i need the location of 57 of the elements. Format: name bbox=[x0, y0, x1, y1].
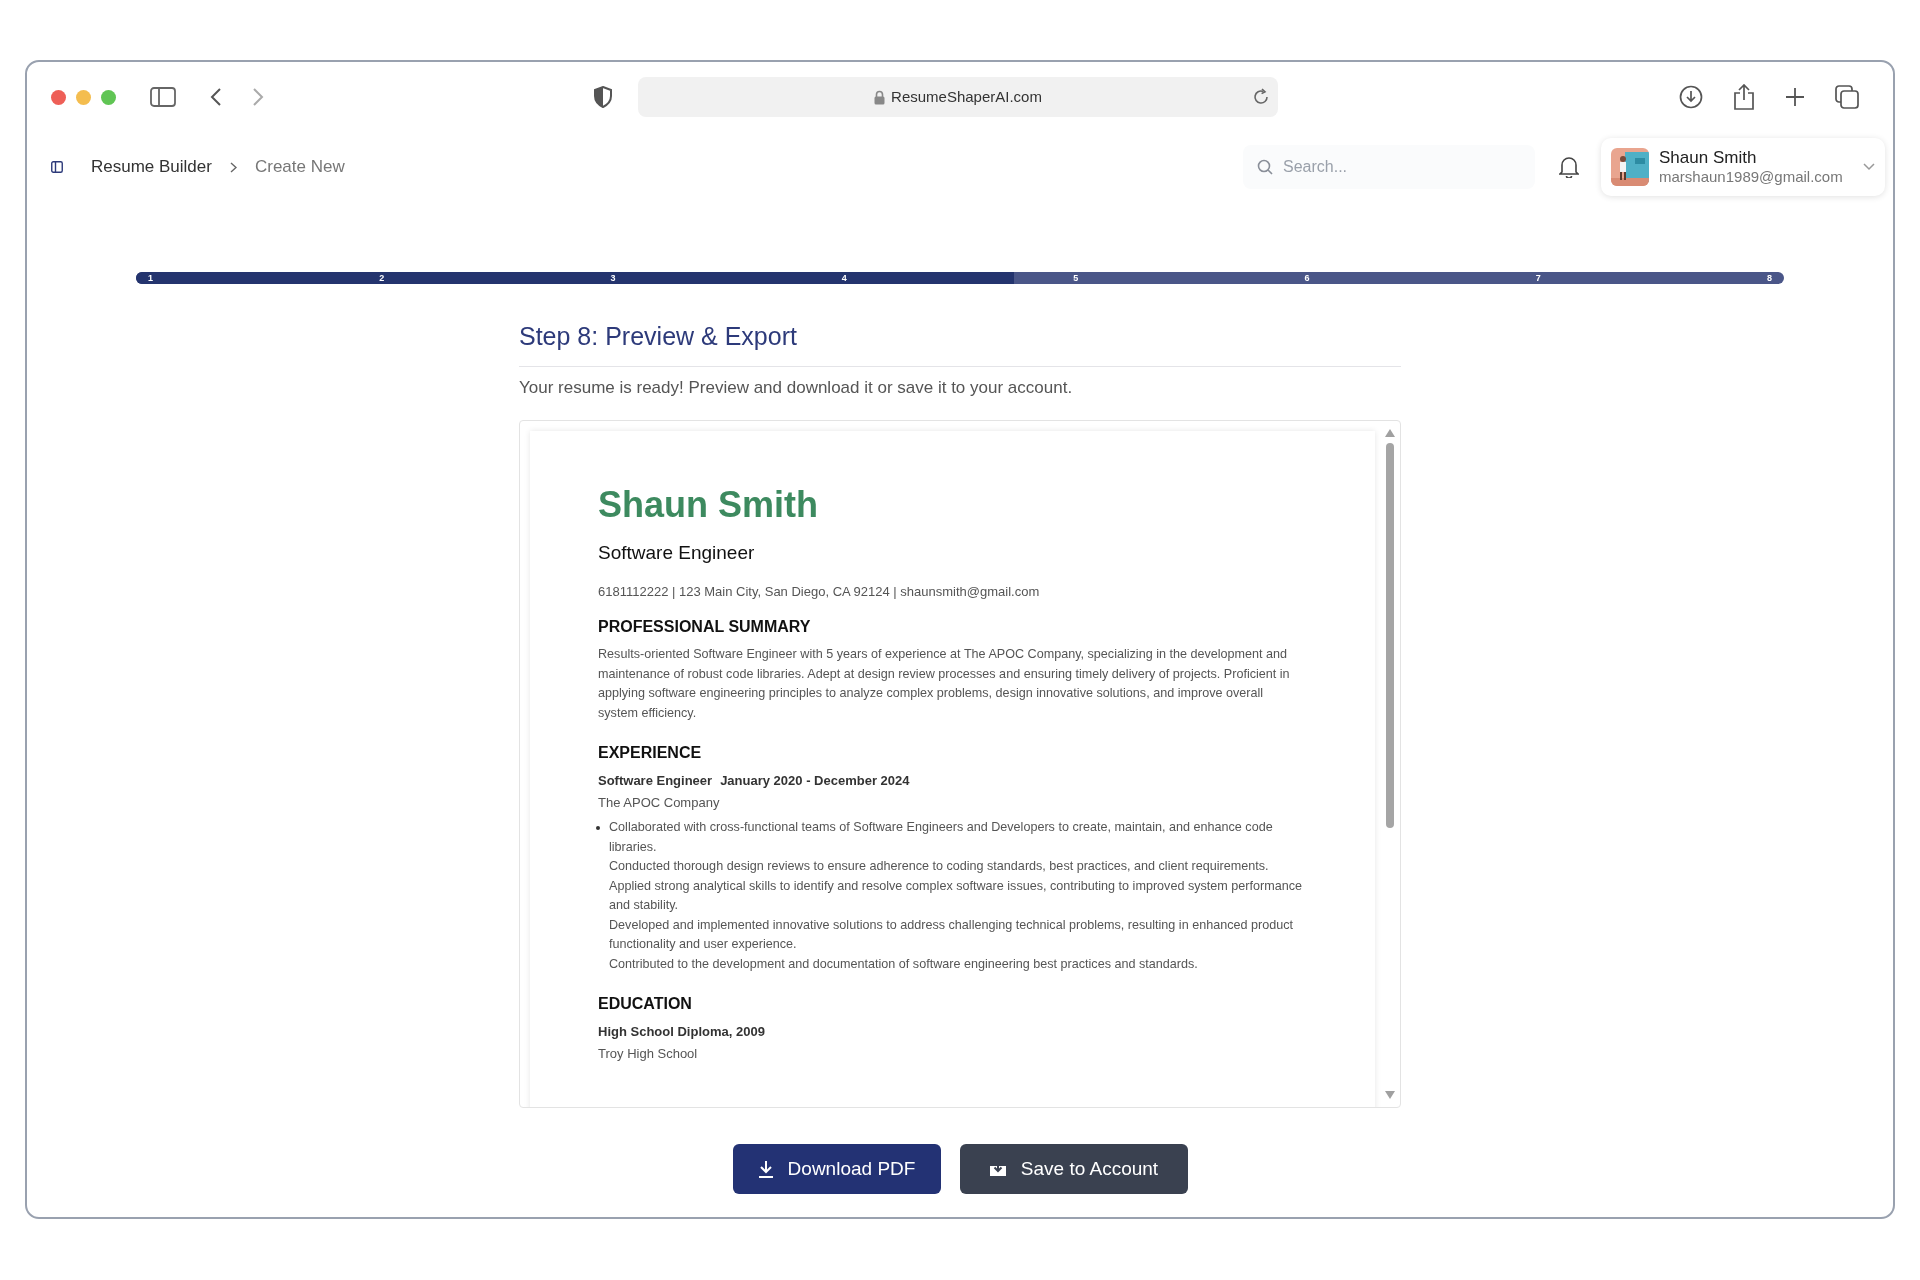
company-name: The APOC Company bbox=[598, 793, 721, 812]
chevron-down-icon bbox=[1863, 163, 1875, 171]
shield-icon[interactable] bbox=[594, 86, 612, 108]
school-name: Troy High School bbox=[598, 1044, 699, 1063]
resume-name: Shaun Smith bbox=[598, 487, 819, 523]
address-bar[interactable]: ResumeShaperAI.com bbox=[638, 77, 1278, 117]
step-description: Your resume is ready! Preview and download it or save it to your account. bbox=[519, 376, 1074, 399]
close-icon[interactable] bbox=[51, 89, 66, 105]
download-icon bbox=[757, 1160, 774, 1178]
sidebar-icon[interactable] bbox=[150, 87, 176, 107]
step-title: Step 8: Preview & Export bbox=[519, 321, 798, 352]
step-number: 2 bbox=[379, 273, 385, 283]
experience-item: Developed and implemented innovative solutions to address challenging technical problems, resulting in enhanced product functionality and user experience. bbox=[609, 916, 1294, 953]
summary-text: Results-oriented Software Engineer with 5 years of experience at The APOC Company, specializing in the development and maintenance of robust code libraries. Adept at design review processes and ensuring timely delivery of projects. Proficient in applying software engineering principles to analyze complex problems, design innovative solutions, and improve overall system efficiency. bbox=[598, 646, 1291, 722]
step-number: 8 bbox=[1766, 273, 1772, 283]
sidebar-toggle-icon[interactable] bbox=[51, 161, 63, 173]
job-title: Software Engineer bbox=[598, 772, 713, 790]
download-button[interactable]: Download PDF bbox=[732, 1144, 941, 1194]
step-number: 1 bbox=[148, 273, 153, 283]
section-heading: EXPERIENCE bbox=[598, 743, 703, 763]
section-heading: PROFESSIONAL SUMMARY bbox=[598, 617, 812, 637]
breadcrumb-link[interactable]: Create New bbox=[254, 154, 345, 180]
experience-item: Conducted thorough design reviews to ensure adherence to coding standards, best practices, and client requirements. bbox=[609, 858, 1270, 875]
tabs-icon[interactable] bbox=[1835, 85, 1859, 109]
share-icon[interactable] bbox=[1733, 84, 1755, 110]
user-menu[interactable]: Shaun Smith marshaun1989@gmail.com bbox=[1601, 138, 1885, 196]
save-button[interactable]: Save to Account bbox=[959, 1144, 1188, 1194]
degree: High School Diploma, 2009 bbox=[598, 1023, 766, 1041]
address-text: ResumeShaperAI.com bbox=[891, 86, 1042, 107]
experience-item: Collaborated with cross-functional teams of Software Engineers and Developers to create, maintain, and enhance code libraries. bbox=[609, 819, 1274, 856]
step-number: 5 bbox=[1073, 273, 1079, 283]
job-dates: January 2020 - December 2024 bbox=[720, 772, 910, 790]
back-icon[interactable] bbox=[210, 87, 222, 107]
step-number: 6 bbox=[1304, 273, 1310, 283]
scroll-up-icon[interactable] bbox=[1385, 429, 1395, 437]
scroll-down-icon[interactable] bbox=[1385, 1091, 1395, 1099]
search-icon bbox=[1257, 159, 1273, 175]
step-number: 7 bbox=[1535, 273, 1541, 283]
download-icon[interactable] bbox=[1679, 85, 1703, 109]
bullet-icon bbox=[596, 826, 600, 830]
contact-line: 6181112222 | 123 Main City, San Diego, CA 92124 | shaunsmith@gmail.com bbox=[598, 582, 1041, 601]
resume-headline: Software Engineer bbox=[598, 541, 756, 565]
user-name: Shaun Smith bbox=[1659, 147, 1758, 169]
step-number: 3 bbox=[610, 273, 616, 283]
experience-item: Applied strong analytical skills to identify and resolve complex software issues, contributing to improved system performance and stability. bbox=[609, 877, 1303, 914]
lock-icon bbox=[874, 89, 886, 105]
chevron-right-icon bbox=[229, 161, 237, 173]
section-heading: EDUCATION bbox=[598, 994, 693, 1014]
scrollbar-thumb[interactable] bbox=[1386, 443, 1394, 828]
user-email: marshaun1989@gmail.com bbox=[1659, 168, 1843, 187]
step-number: 4 bbox=[841, 273, 847, 283]
bell-icon[interactable] bbox=[1559, 156, 1579, 178]
experience-item: Contributed to the development and documentation of software engineering best practices and standards. bbox=[609, 955, 1199, 973]
breadcrumb-link[interactable]: Resume Builder bbox=[91, 154, 212, 180]
reload-icon[interactable] bbox=[1252, 88, 1270, 106]
plus-icon[interactable] bbox=[1785, 87, 1805, 107]
search-field[interactable]: Search... bbox=[1243, 145, 1535, 189]
